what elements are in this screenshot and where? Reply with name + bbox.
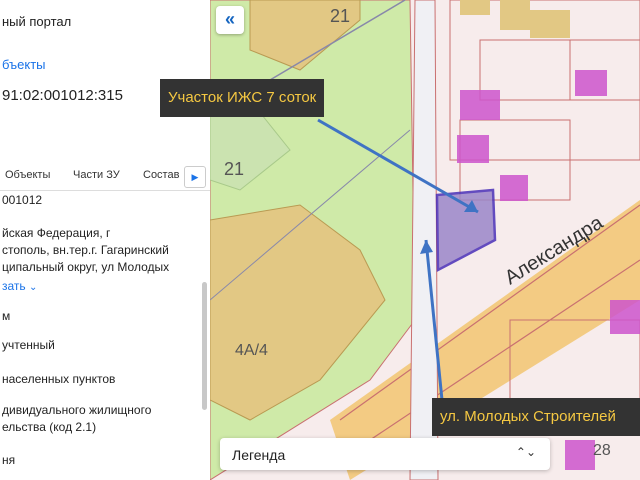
tab-bar: Объекты Части ЗУ Состав ▶ <box>0 162 210 191</box>
map-number-21a: 21 <box>330 6 350 26</box>
objects-link[interactable]: бъекты <box>2 57 46 72</box>
tab-parts[interactable]: Части ЗУ <box>73 169 120 181</box>
address-line-3: ципальный округ, ул Молодых <box>2 260 170 274</box>
area-unit: м <box>2 309 11 323</box>
quarter-value: 001012 <box>2 193 43 207</box>
info-panel: ный портал бъекты 91:02:001012:315 Объек… <box>0 0 210 480</box>
category-value: населенных пунктов <box>2 372 116 386</box>
use-line-1: дивидуального жилищного <box>2 403 152 417</box>
double-chevron-left-icon: « <box>224 9 235 29</box>
callout-plot: Участок ИЖС 7 соток <box>160 79 325 117</box>
legend-label: Легенда <box>232 447 286 463</box>
last-field: ня <box>2 453 16 467</box>
callout-street: ул. Молодых Строителей <box>432 398 640 436</box>
show-more-link[interactable]: зать ⌄ <box>2 279 37 295</box>
triangle-right-icon: ▶ <box>191 172 199 182</box>
address-line-2: стополь, вн.тер.г. Гагаринский <box>2 243 169 257</box>
chevron-down-icon: ⌄ <box>29 282 38 293</box>
tab-objects[interactable]: Объекты <box>5 169 50 181</box>
use-line-2: ельства (код 2.1) <box>2 420 97 434</box>
back-button[interactable]: « <box>216 6 244 34</box>
cadastral-number: 91:02:001012:315 <box>2 87 123 104</box>
status-value: учтенный <box>2 338 55 352</box>
legend-select[interactable]: Легенда ⌃⌄ <box>220 438 550 470</box>
address-line-1: йская Федерация, г <box>2 226 111 240</box>
portal-title: ный портал <box>2 14 72 29</box>
map-number-4a4: 4А/4 <box>235 342 268 359</box>
tab-composition[interactable]: Состав <box>143 169 179 181</box>
map-number-21b: 21 <box>224 159 244 179</box>
tab-next-button[interactable]: ▶ <box>184 166 206 188</box>
map-number-28: 28 <box>593 442 611 459</box>
up-down-chevron-icon: ⌃⌄ <box>515 445 536 459</box>
panel-scrollbar[interactable] <box>202 282 207 410</box>
